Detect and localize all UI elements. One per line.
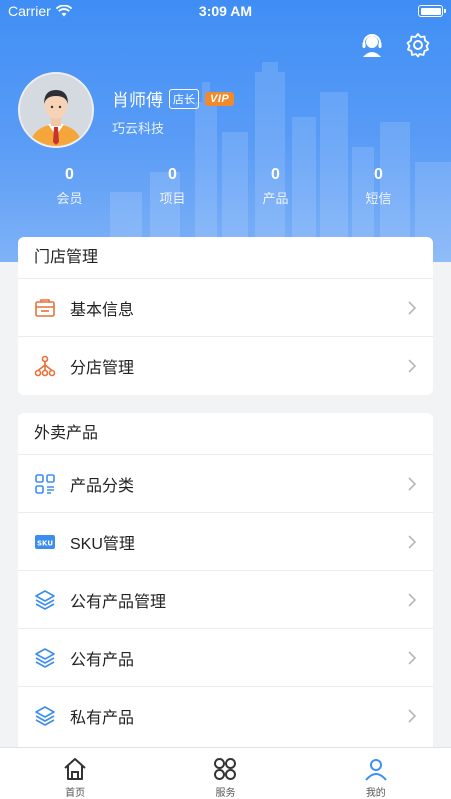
menu-item-label: SKU管理 [70, 535, 135, 553]
tab-label: 我的 [365, 788, 386, 799]
avatar[interactable] [18, 72, 94, 148]
tab-label: 首页 [65, 788, 86, 799]
menu-item-label: 公有产品 [70, 651, 135, 669]
company-name: 巧云科技 [112, 121, 165, 136]
menu-item-label: 产品分类 [70, 477, 135, 495]
menu-item-public-products[interactable]: 公有产品 [18, 629, 433, 687]
avatar-illustration [20, 74, 92, 146]
chevron-right-icon [408, 300, 417, 315]
role-badge: 店长 [169, 88, 199, 109]
menu-item-branch-management[interactable]: 分店管理 [18, 337, 433, 395]
svg-text:SKU: SKU [37, 539, 53, 547]
chevron-right-icon [408, 359, 417, 373]
stat-label: 会员 [56, 191, 83, 206]
chevron-right-icon [408, 476, 417, 491]
layers-icon [35, 589, 55, 610]
stat-products[interactable]: 0 产品 [224, 166, 327, 207]
chevron-right-icon [408, 709, 417, 723]
layers-icon [35, 647, 55, 668]
stat-projects[interactable]: 0 项目 [121, 166, 224, 207]
chevron-right-icon [408, 534, 417, 549]
status-bar: Carrier 3:09 AM [0, 0, 451, 24]
stat-label: 项目 [159, 191, 186, 206]
stat-label: 产品 [262, 191, 289, 206]
profile-icon [365, 759, 387, 781]
layers-icon [35, 706, 55, 726]
stat-value: 0 [168, 166, 177, 183]
bottom-tab-bar: 首页 服务 我的 [0, 747, 451, 799]
grid-icon [214, 758, 237, 780]
store-info-icon [35, 298, 55, 317]
chevron-right-icon [408, 592, 417, 607]
user-name: 肖师傅 [112, 91, 163, 110]
chevron-right-icon [408, 650, 417, 665]
stat-sms[interactable]: 0 短信 [327, 166, 430, 207]
menu-item-private-products[interactable]: 私有产品 [18, 687, 433, 745]
stat-value: 0 [374, 166, 383, 183]
stat-value: 0 [65, 166, 74, 183]
gear-icon[interactable] [405, 32, 431, 58]
headset-icon[interactable] [359, 32, 385, 58]
profile-header: Carrier 3:09 AM 肖师傅 店长 VIP 巧云科技 0 会员 0 项… [0, 0, 451, 262]
branch-icon [34, 355, 56, 377]
menu-item-sku-management[interactable]: SKU SKU管理 [18, 513, 433, 571]
store-management-card: 门店管理 基本信息 分店管理 [18, 237, 433, 395]
tab-mine[interactable]: 我的 [301, 748, 451, 799]
menu-item-label: 私有产品 [70, 710, 135, 727]
menu-item-basic-info[interactable]: 基本信息 [18, 279, 433, 337]
clock: 3:09 AM [198, 3, 253, 19]
menu-item-label: 分店管理 [70, 360, 135, 377]
stat-value: 0 [271, 166, 280, 183]
takeout-products-card: 外卖产品 产品分类 SKU SKU管理 公有产品管理 公有产品 私有产品 [18, 413, 433, 747]
battery-icon [418, 5, 446, 17]
sku-icon: SKU [35, 534, 55, 549]
stat-label: 短信 [365, 191, 392, 206]
menu-item-product-category[interactable]: 产品分类 [18, 455, 433, 513]
category-icon [35, 473, 55, 494]
tab-label: 服务 [215, 788, 236, 799]
section-title: 外卖产品 [18, 413, 433, 455]
menu-item-label: 基本信息 [70, 301, 135, 319]
menu-item-public-product-management[interactable]: 公有产品管理 [18, 571, 433, 629]
tab-home[interactable]: 首页 [0, 748, 150, 799]
stats-row: 0 会员 0 项目 0 产品 0 短信 [0, 166, 451, 207]
menu-item-label: 公有产品管理 [70, 593, 167, 611]
vip-badge: VIP [205, 91, 235, 106]
stat-members[interactable]: 0 会员 [18, 166, 121, 207]
user-profile[interactable]: 肖师傅 店长 VIP 巧云科技 [18, 72, 235, 148]
home-icon [64, 758, 86, 780]
section-title: 门店管理 [18, 237, 433, 279]
tab-service[interactable]: 服务 [150, 748, 300, 799]
